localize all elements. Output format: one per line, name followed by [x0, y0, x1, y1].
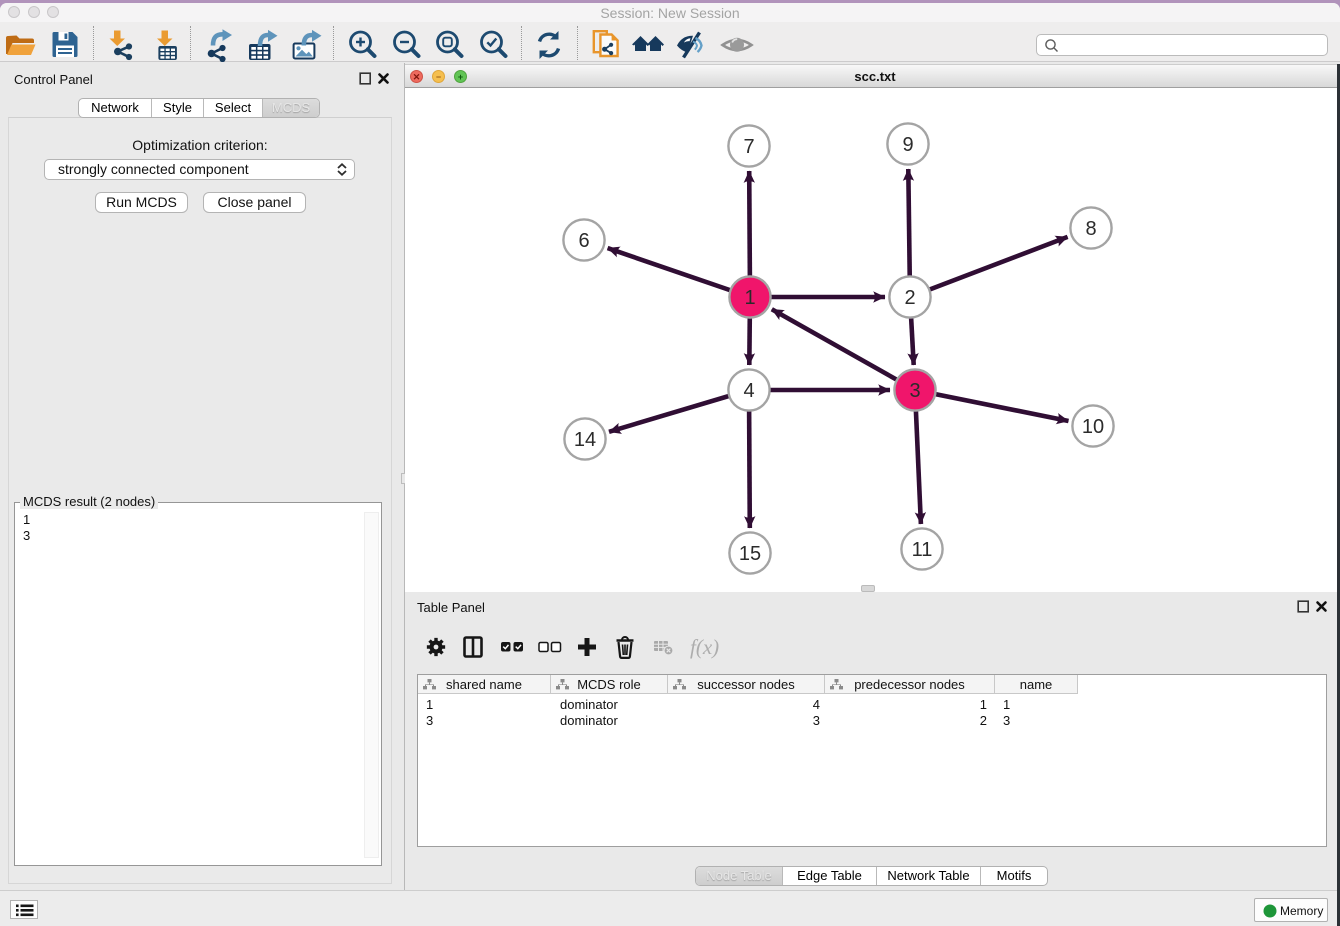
- svg-text:1: 1: [744, 287, 755, 309]
- svg-text:6: 6: [578, 230, 589, 252]
- svg-text:9: 9: [902, 134, 913, 156]
- svg-text:14: 14: [574, 429, 596, 451]
- svg-text:f(x): f(x): [690, 635, 719, 659]
- svg-text:2: 2: [904, 287, 915, 309]
- svg-text:15: 15: [739, 543, 761, 565]
- svg-text:4: 4: [743, 380, 754, 402]
- svg-text:11: 11: [912, 539, 933, 561]
- svg-text:7: 7: [743, 136, 754, 158]
- svg-text:3: 3: [909, 380, 920, 402]
- svg-text:8: 8: [1085, 218, 1096, 240]
- svg-text:10: 10: [1082, 416, 1104, 438]
